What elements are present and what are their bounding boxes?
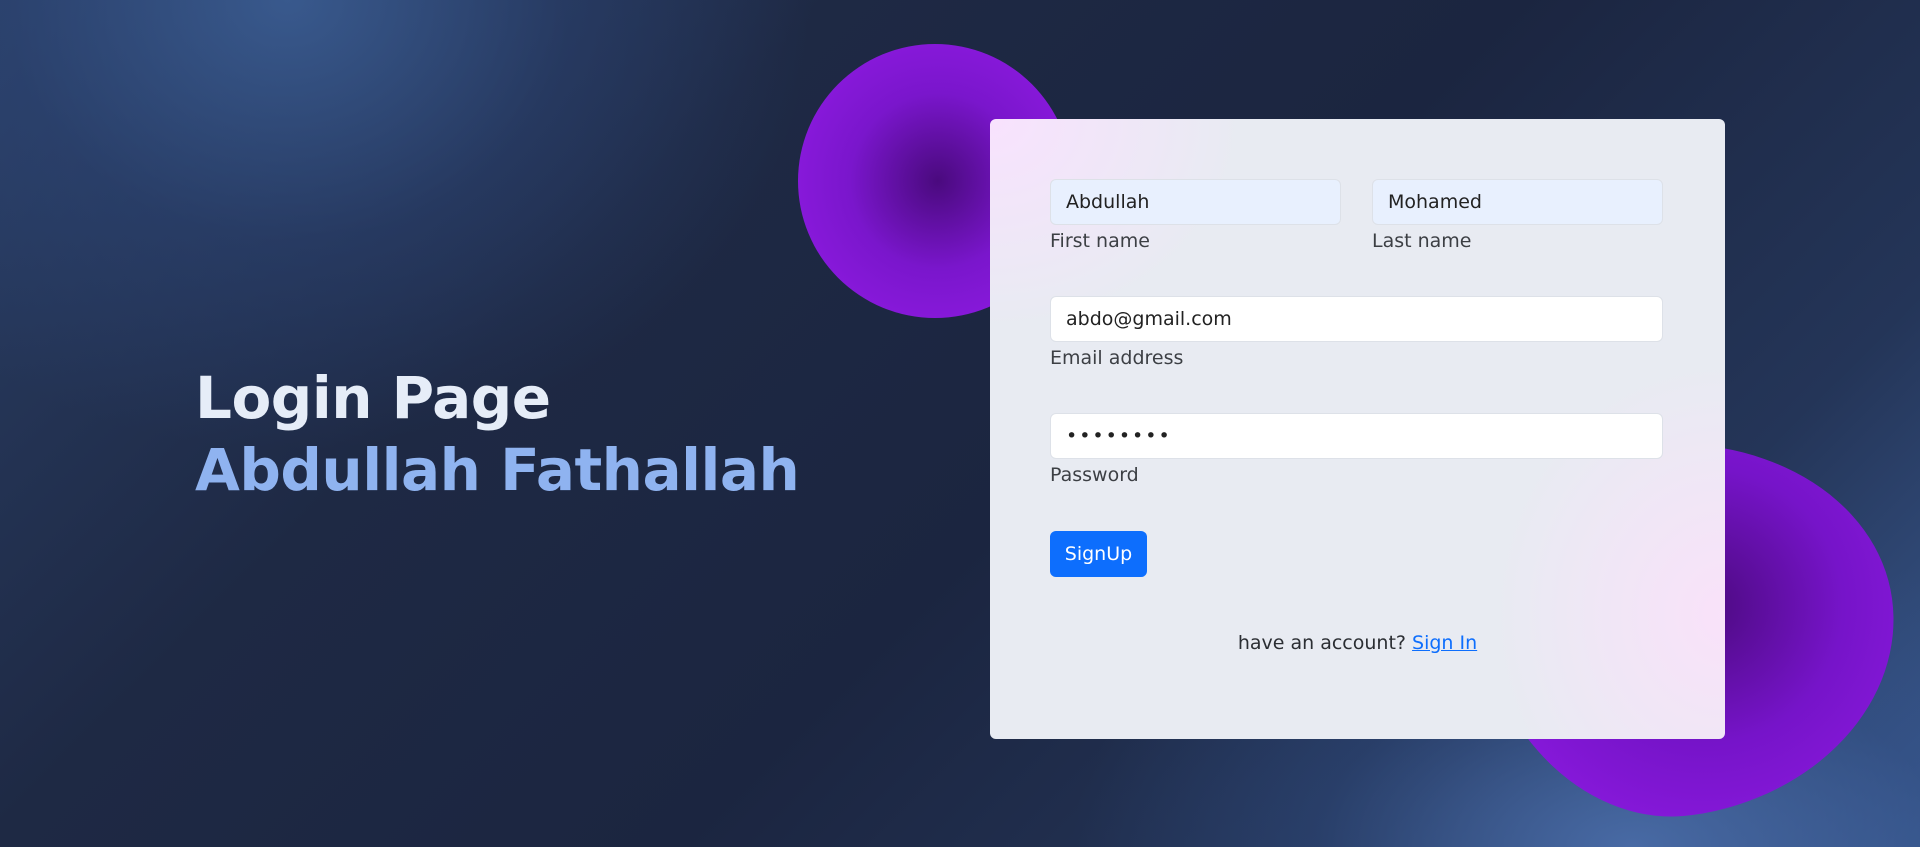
email-label: Email address xyxy=(1050,347,1184,369)
first-name-label: First name xyxy=(1050,230,1150,252)
last-name-label: Last name xyxy=(1372,230,1472,252)
password-label: Password xyxy=(1050,464,1139,486)
last-name-field[interactable] xyxy=(1372,179,1663,225)
signup-form-card: First name Last name Email address Passw… xyxy=(990,119,1725,739)
sign-in-link[interactable]: Sign In xyxy=(1412,632,1477,654)
account-prompt: have an account? Sign In xyxy=(990,632,1725,654)
account-prompt-text: have an account? xyxy=(1237,632,1406,654)
email-field[interactable] xyxy=(1050,296,1663,342)
password-field[interactable] xyxy=(1050,413,1663,459)
hero-heading: Login Page Abdullah Fathallah xyxy=(195,362,800,506)
author-name: Abdullah Fathallah xyxy=(195,436,800,504)
first-name-field[interactable] xyxy=(1050,179,1341,225)
page-title: Login Page xyxy=(195,364,551,432)
signup-button[interactable]: SignUp xyxy=(1050,531,1147,577)
